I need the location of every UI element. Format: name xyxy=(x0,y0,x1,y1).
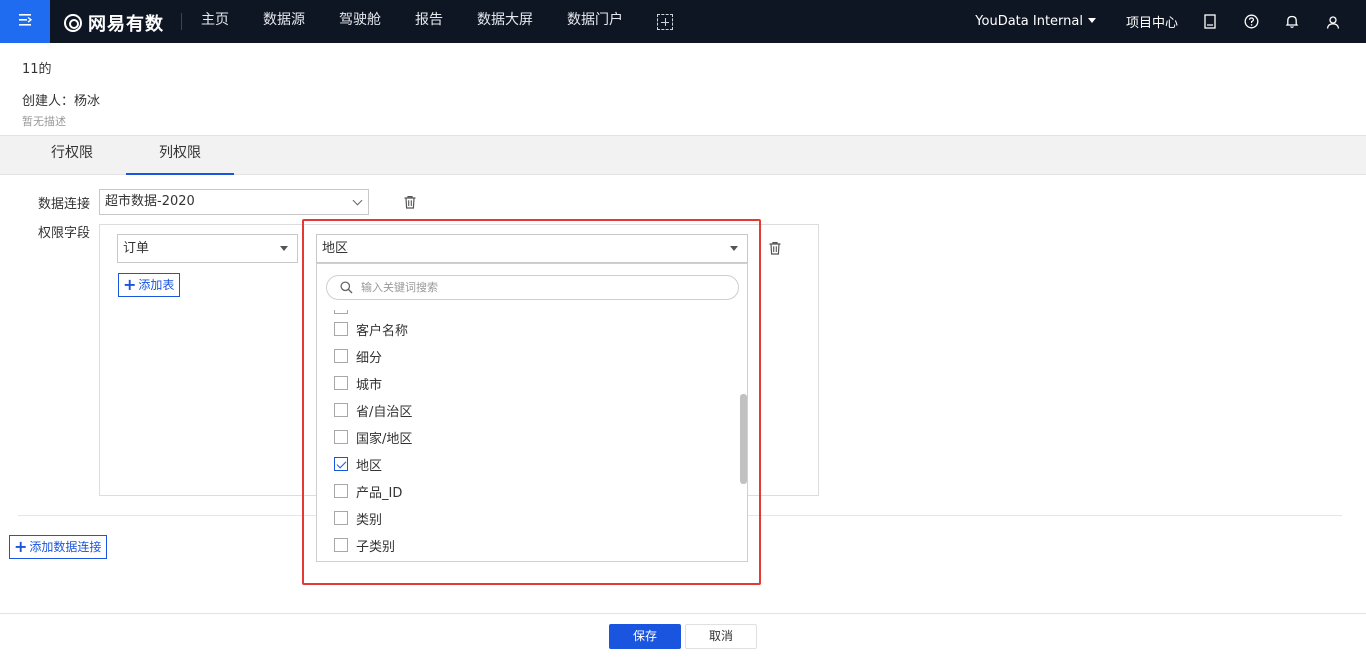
option-checkbox[interactable] xyxy=(334,538,348,552)
nav-item-home[interactable]: 主页 xyxy=(201,0,229,43)
header-actions: YouData Internal 项目中心 xyxy=(975,0,1366,43)
delete-connection-icon[interactable] xyxy=(403,195,417,209)
permission-tabs: 行权限 列权限 xyxy=(0,135,1366,175)
column-dropdown: 客户名称 细分 城市 省/自治区 国家/地区 地区 产品_ID 类别 子类别 xyxy=(316,263,748,562)
nav-item-big-screen[interactable]: 数据大屏 xyxy=(477,0,533,43)
creator-text: 创建人：杨冰 xyxy=(22,94,101,109)
option-checkbox[interactable] xyxy=(334,403,348,417)
option-checkbox[interactable] xyxy=(334,376,348,390)
option-label: 客户名称 xyxy=(356,323,409,339)
user-icon[interactable] xyxy=(1325,14,1341,30)
plus-icon: + xyxy=(14,537,28,556)
option-checkbox[interactable] xyxy=(334,349,348,363)
description-text: 暂无描述 xyxy=(22,115,66,128)
org-switcher[interactable]: YouData Internal xyxy=(975,14,1096,29)
table-select[interactable]: 订单 xyxy=(117,234,298,263)
tab-row-permission[interactable]: 行权限 xyxy=(18,136,126,175)
cancel-button[interactable]: 取消 xyxy=(685,624,757,649)
table-value: 订单 xyxy=(123,241,150,256)
brand-logo[interactable]: 网易有数 xyxy=(64,10,164,36)
menu-icon xyxy=(17,13,33,31)
option-checkbox-partial xyxy=(334,310,348,314)
plus-icon: + xyxy=(123,275,137,294)
option-label: 省/自治区 xyxy=(356,404,413,420)
org-name: YouData Internal xyxy=(975,14,1083,29)
brand-name: 网易有数 xyxy=(88,14,164,35)
option-segment[interactable]: 细分 xyxy=(334,346,382,366)
tab-column-permission[interactable]: 列权限 xyxy=(126,136,234,175)
option-checkbox[interactable] xyxy=(334,484,348,498)
header-divider xyxy=(181,13,182,30)
book-icon[interactable] xyxy=(1202,14,1218,30)
permission-info: 11的 xyxy=(22,58,52,77)
option-product-id[interactable]: 产品_ID xyxy=(334,481,402,501)
option-checkbox[interactable] xyxy=(334,430,348,444)
menu-button[interactable] xyxy=(0,0,50,43)
option-label: 产品_ID xyxy=(356,485,403,501)
nav-item-data-portal[interactable]: 数据门户 xyxy=(567,0,623,43)
project-center-link[interactable]: 项目中心 xyxy=(1126,12,1178,31)
top-navigation-bar: 网易有数 主页 数据源 驾驶舱 报告 数据大屏 数据门户 YouData Int… xyxy=(0,0,1366,43)
option-region[interactable]: 地区 xyxy=(334,454,382,474)
caret-down-icon xyxy=(1087,18,1096,23)
dropdown-search xyxy=(326,275,739,300)
option-country[interactable]: 国家/地区 xyxy=(334,427,412,447)
option-province[interactable]: 省/自治区 xyxy=(334,400,412,420)
option-subcategory[interactable]: 子类别 xyxy=(334,535,395,555)
field-label: 权限字段 xyxy=(38,226,91,241)
add-table-button[interactable]: + 添加表 xyxy=(118,273,181,297)
chevron-down-icon xyxy=(352,195,363,206)
option-label: 国家/地区 xyxy=(356,431,413,447)
footer-bar: 保存 取消 xyxy=(0,613,1366,657)
search-input[interactable] xyxy=(361,279,721,296)
option-customer-name[interactable]: 客户名称 xyxy=(334,319,408,339)
nav-item-datasource[interactable]: 数据源 xyxy=(263,0,305,43)
add-icon[interactable] xyxy=(657,14,673,30)
connection-value: 超市数据-2020 xyxy=(105,194,195,209)
add-connection-button[interactable]: + 添加数据连接 xyxy=(9,535,108,559)
option-category[interactable]: 类别 xyxy=(334,508,382,528)
dropdown-scrollbar[interactable] xyxy=(740,394,747,484)
option-label: 城市 xyxy=(356,377,383,393)
option-checkbox[interactable] xyxy=(334,322,348,336)
main-nav: 主页 数据源 驾驶舱 报告 数据大屏 数据门户 xyxy=(201,0,707,43)
option-city[interactable]: 城市 xyxy=(334,373,382,393)
logo-icon xyxy=(64,14,82,32)
connection-label: 数据连接 xyxy=(38,197,91,212)
add-table-label: 添加表 xyxy=(138,278,175,292)
caret-down-icon xyxy=(280,246,288,251)
option-label: 细分 xyxy=(356,350,383,366)
option-checkbox[interactable] xyxy=(334,511,348,525)
search-icon xyxy=(340,281,353,298)
option-label: 类别 xyxy=(356,512,383,528)
option-label: 地区 xyxy=(356,458,383,474)
delete-field-icon[interactable] xyxy=(768,241,782,255)
save-button[interactable]: 保存 xyxy=(609,624,681,649)
bell-icon[interactable] xyxy=(1284,14,1300,30)
connection-select[interactable]: 超市数据-2020 xyxy=(99,189,369,215)
column-value: 地区 xyxy=(322,241,349,256)
permission-title: 11的 xyxy=(22,62,52,77)
nav-item-report[interactable]: 报告 xyxy=(415,0,443,43)
option-checkbox-checked[interactable] xyxy=(334,457,348,471)
option-label: 子类别 xyxy=(356,539,396,555)
caret-down-icon xyxy=(730,246,738,251)
help-icon[interactable] xyxy=(1243,14,1259,30)
column-select[interactable]: 地区 xyxy=(316,234,748,263)
nav-item-cockpit[interactable]: 驾驶舱 xyxy=(339,0,381,43)
add-connection-label: 添加数据连接 xyxy=(29,540,102,554)
